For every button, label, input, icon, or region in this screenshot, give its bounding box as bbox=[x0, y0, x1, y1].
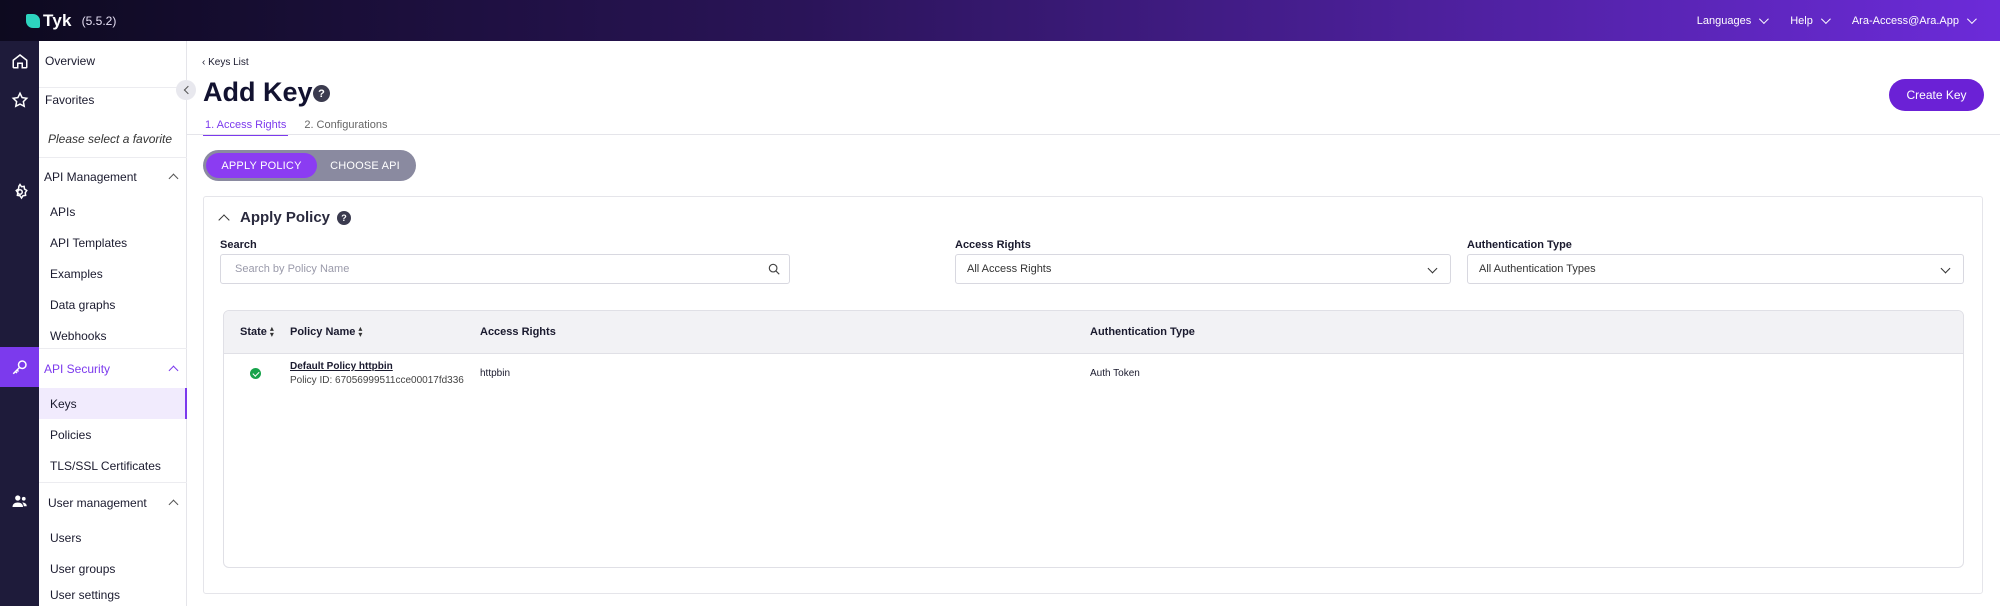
chevron-down-icon bbox=[1940, 263, 1951, 274]
sidebar-item-keys[interactable]: Keys bbox=[39, 388, 187, 419]
sidebar-item-api-templates[interactable]: API Templates bbox=[39, 227, 187, 258]
sidebar-item-apis[interactable]: APIs bbox=[39, 196, 187, 227]
sidebar-item-webhooks[interactable]: Webhooks bbox=[39, 320, 187, 351]
key-icon bbox=[12, 360, 27, 375]
apply-policy-panel: Apply Policy ? Search Access Rights All … bbox=[203, 196, 1983, 594]
policies-table: State ▴ ▾ Policy Name ▴ ▾ Access Rights Au… bbox=[223, 310, 1964, 568]
sidebar-item-favorites[interactable]: Favorites bbox=[39, 87, 187, 111]
access-rights-label: Access Rights bbox=[955, 239, 1031, 251]
tabs: 1. Access Rights 2. Configurations bbox=[203, 116, 404, 136]
sidebar-item-user-groups[interactable]: User groups bbox=[39, 553, 187, 584]
policy-name-cell: Default Policy httpbin Policy ID: 670569… bbox=[290, 361, 464, 386]
chevron-down-icon bbox=[1427, 263, 1438, 274]
collapse-sidebar-button[interactable] bbox=[176, 80, 196, 100]
section-api-security[interactable]: API Security bbox=[39, 348, 187, 388]
access-rights-cell: httpbin bbox=[480, 368, 511, 379]
chevron-down-icon bbox=[1759, 14, 1770, 25]
tyk-logo[interactable]: Tyk bbox=[26, 11, 72, 31]
policy-name-link[interactable]: Default Policy httpbin bbox=[290, 361, 464, 372]
favorites-placeholder: Please select a favorite bbox=[48, 132, 173, 146]
rail-user-management[interactable] bbox=[0, 481, 39, 521]
brand-name: Tyk bbox=[43, 10, 72, 30]
auth-type-label: Authentication Type bbox=[1467, 239, 1572, 251]
chevron-up-icon bbox=[168, 173, 179, 184]
sidebar-item-user-settings[interactable]: User settings bbox=[39, 584, 187, 606]
tab-access-rights[interactable]: 1. Access Rights bbox=[203, 116, 289, 136]
sidebar-item-overview[interactable]: Overview bbox=[39, 49, 187, 73]
tyk-logo-icon bbox=[26, 13, 40, 28]
header-state[interactable]: State ▴ ▾ bbox=[240, 324, 277, 339]
search-label: Search bbox=[220, 239, 257, 251]
help-icon[interactable]: ? bbox=[313, 85, 330, 102]
help-icon[interactable]: ? bbox=[337, 210, 352, 225]
choose-api-option[interactable]: CHOOSE API bbox=[317, 153, 413, 178]
create-key-button[interactable]: Create Key bbox=[1889, 79, 1984, 111]
sidebar-item-data-graphs[interactable]: Data graphs bbox=[39, 289, 187, 320]
home-icon bbox=[12, 54, 27, 69]
sidebar-item-policies[interactable]: Policies bbox=[39, 419, 187, 450]
header-policy-name[interactable]: Policy Name ▴ ▾ bbox=[290, 324, 365, 339]
section-user-management[interactable]: User management bbox=[39, 482, 187, 522]
version-label: (5.5.2) bbox=[81, 13, 117, 28]
gear-icon bbox=[14, 183, 28, 200]
panel-title: Apply Policy bbox=[240, 209, 331, 226]
chevron-left-icon bbox=[183, 85, 192, 95]
chevron-down-icon bbox=[1966, 14, 1977, 25]
icon-rail bbox=[0, 41, 39, 606]
help-menu[interactable]: Help bbox=[1790, 14, 1831, 27]
tab-configurations[interactable]: 2. Configurations bbox=[302, 116, 389, 136]
sidebar: Overview Favorites Please select a favor… bbox=[39, 41, 187, 606]
policy-api-toggle: APPLY POLICY CHOOSE API bbox=[203, 150, 416, 181]
tabs-divider bbox=[187, 134, 2000, 135]
sort-icon: ▴ ▾ bbox=[358, 324, 363, 339]
apply-policy-header[interactable]: Apply Policy ? bbox=[218, 209, 352, 226]
users-icon bbox=[12, 495, 27, 507]
header-access-rights: Access Rights bbox=[480, 326, 556, 338]
search-input[interactable] bbox=[221, 263, 733, 275]
chevron-down-icon bbox=[1820, 14, 1831, 25]
table-header: State ▴ ▾ Policy Name ▴ ▾ Access Rights Au… bbox=[224, 311, 1963, 354]
rail-home[interactable] bbox=[0, 41, 39, 81]
header-auth-type: Authentication Type bbox=[1090, 326, 1195, 338]
sort-icon: ▴ ▾ bbox=[269, 324, 274, 339]
policy-id: Policy ID: 67056999511cce00017fd336 bbox=[290, 375, 464, 386]
account-menu[interactable]: Ara-Access@Ara.App bbox=[1852, 14, 1977, 27]
rail-favorites[interactable] bbox=[0, 80, 39, 120]
rail-api-management[interactable] bbox=[0, 172, 39, 212]
status-active-icon bbox=[250, 368, 261, 379]
chevron-up-icon bbox=[168, 365, 179, 375]
chevron-up-icon bbox=[218, 213, 230, 226]
rail-api-security[interactable] bbox=[0, 347, 39, 387]
sidebar-item-examples[interactable]: Examples bbox=[39, 258, 187, 289]
top-bar: Tyk (5.5.2) Languages Help Ara-Access@Ar… bbox=[0, 0, 2000, 41]
star-icon bbox=[11, 91, 28, 108]
search-icon[interactable] bbox=[767, 262, 781, 276]
breadcrumb-keys-list[interactable]: ‹ Keys List bbox=[202, 57, 249, 68]
sidebar-item-users[interactable]: Users bbox=[39, 522, 187, 553]
sidebar-item-certificates[interactable]: TLS/SSL Certificates bbox=[39, 450, 187, 481]
auth-type-select[interactable]: All Authentication Types bbox=[1467, 254, 1964, 284]
page-title: Add Key bbox=[203, 77, 313, 107]
access-rights-select[interactable]: All Access Rights bbox=[955, 254, 1451, 284]
access-rights-value: All Access Rights bbox=[967, 263, 1052, 275]
chevron-up-icon bbox=[168, 499, 179, 509]
auth-type-value: All Authentication Types bbox=[1479, 263, 1596, 275]
apply-policy-option[interactable]: APPLY POLICY bbox=[206, 153, 317, 178]
section-api-management[interactable]: API Management bbox=[39, 157, 187, 196]
languages-menu[interactable]: Languages bbox=[1697, 14, 1770, 27]
auth-type-cell: Auth Token bbox=[1090, 368, 1140, 379]
search-field bbox=[220, 254, 790, 284]
main-content: ‹ Keys List Add Key ? Create Key 1. Acce… bbox=[187, 41, 2000, 606]
